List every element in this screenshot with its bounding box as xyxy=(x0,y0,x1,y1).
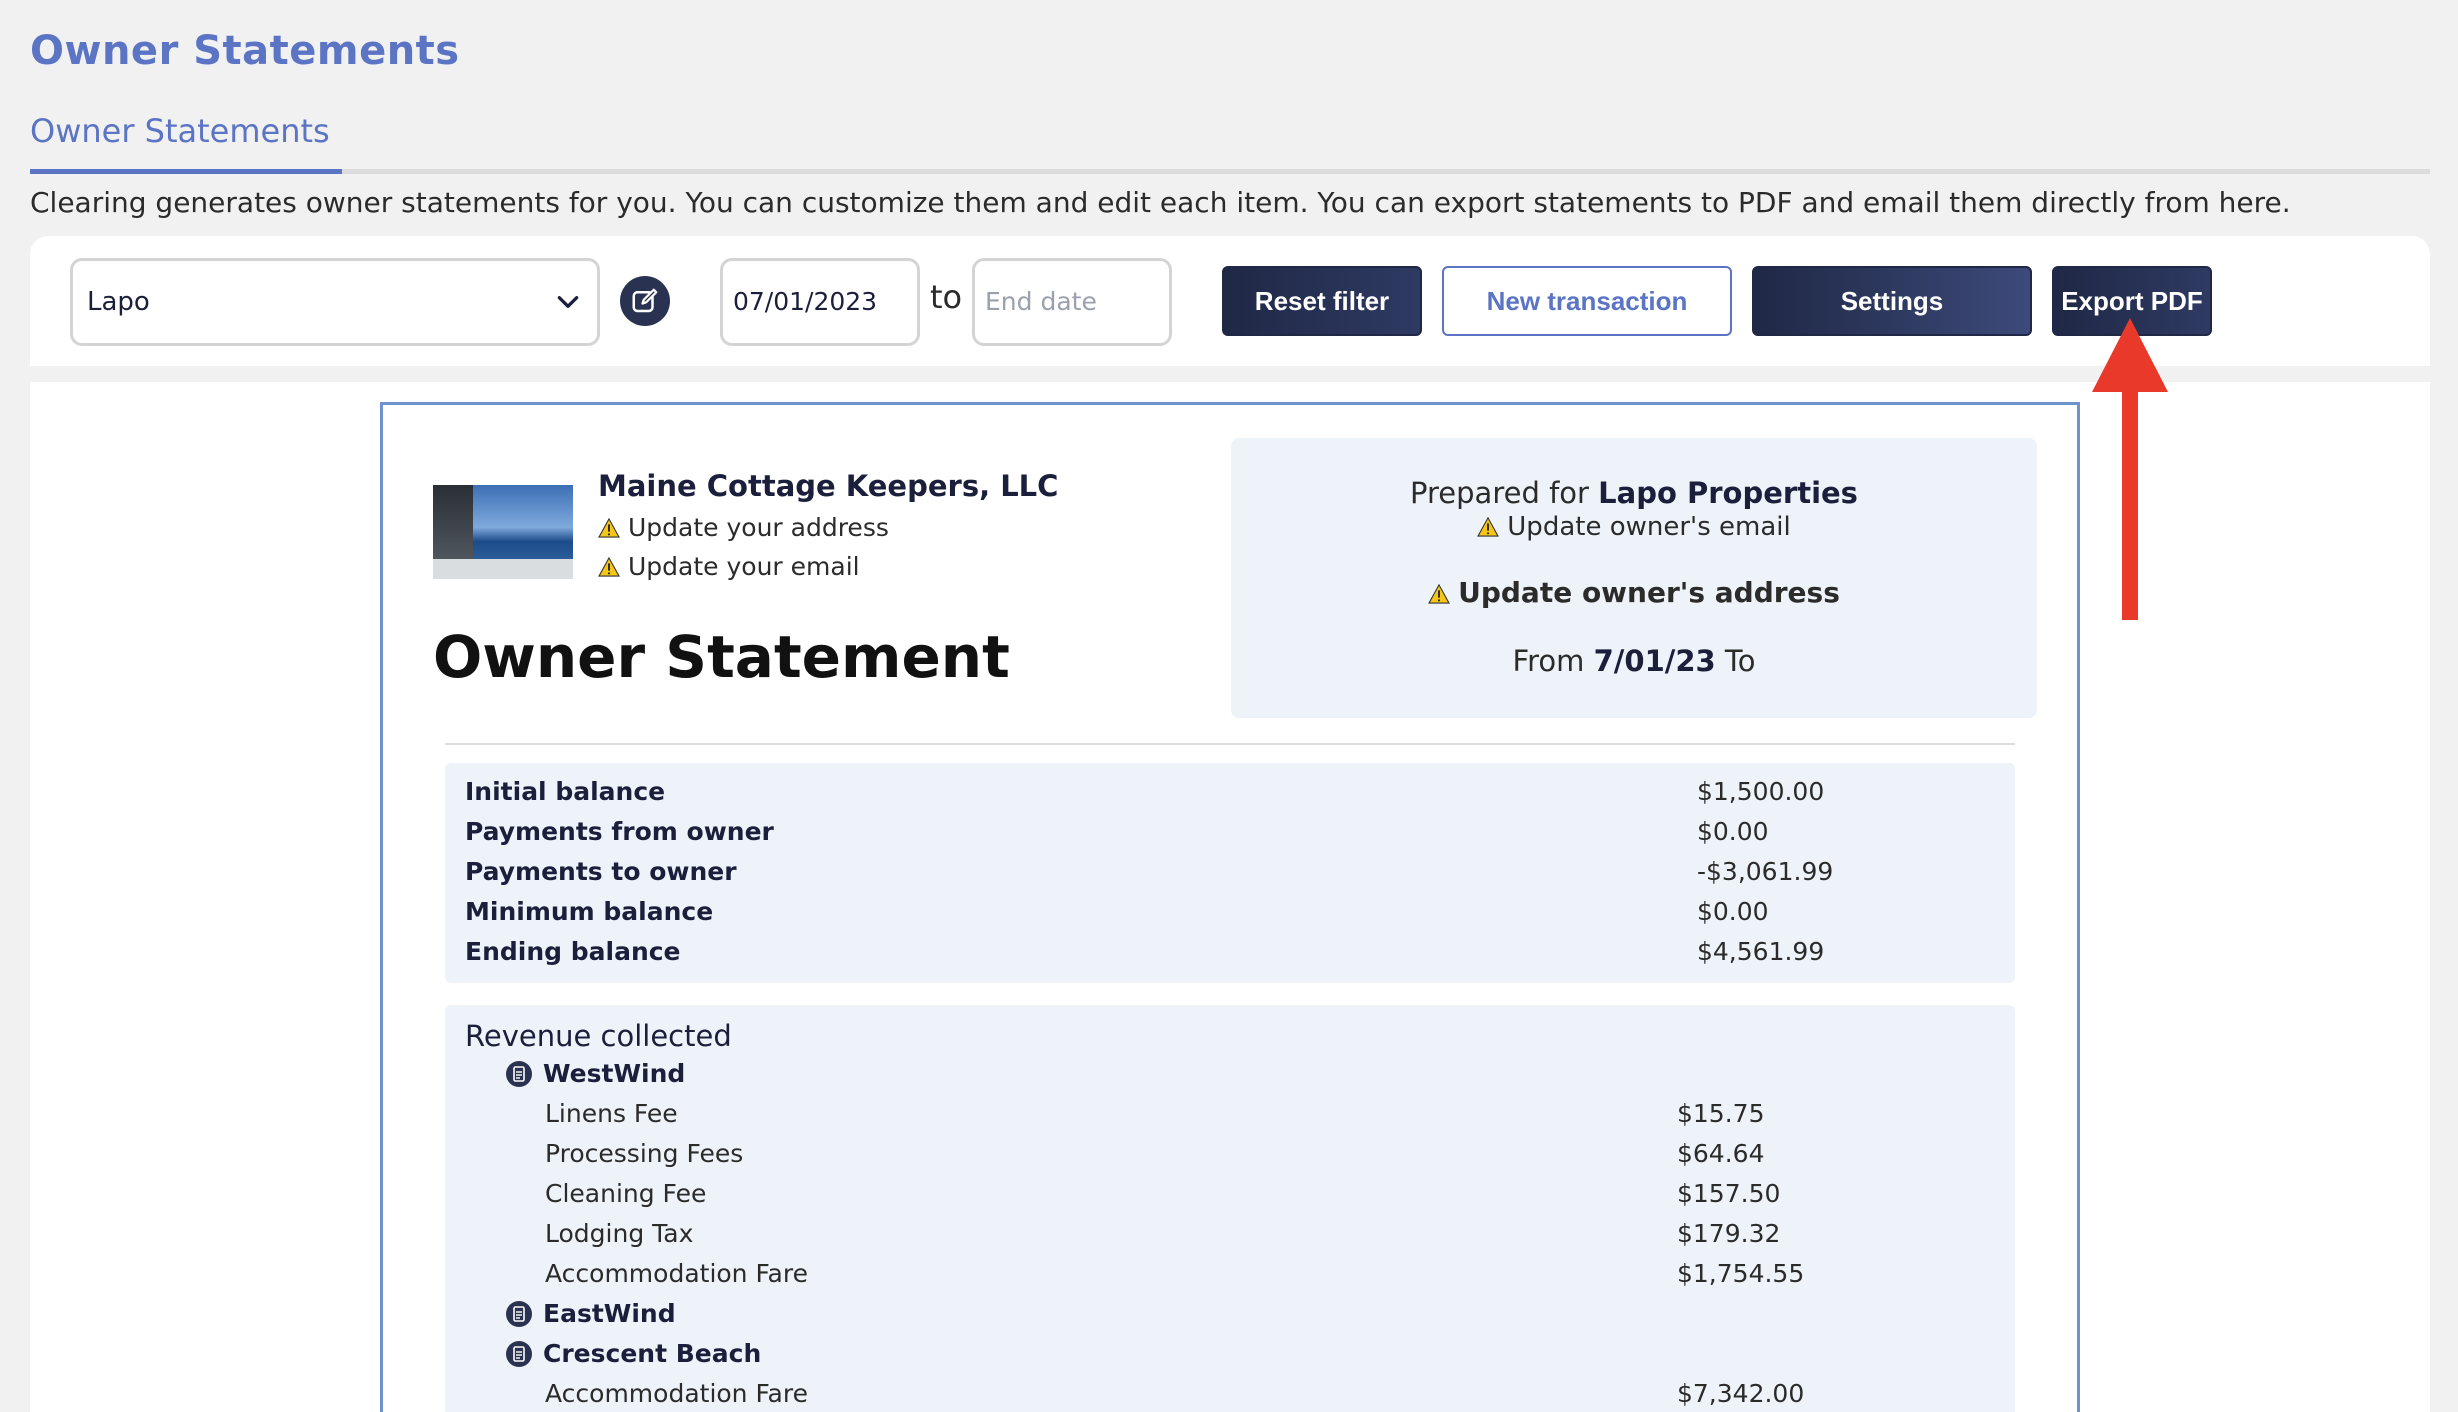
summary-value: $0.00 xyxy=(1697,897,1769,926)
update-owner-email-text: Update owner's email xyxy=(1507,512,1791,542)
summary-row: Payments from owner $0.00 xyxy=(465,817,1995,857)
statement-period: From 7/01/23 To xyxy=(1231,644,2037,678)
prepared-for-box: Prepared for Lapo Properties Update owne… xyxy=(1231,438,2037,718)
update-owner-email-warning[interactable]: Update owner's email xyxy=(1231,512,2037,542)
revenue-line-item: Lodging Tax $179.32 xyxy=(545,1219,1975,1248)
summary-label: Ending balance xyxy=(465,937,681,966)
company-name: Maine Cottage Keepers, LLC xyxy=(598,469,1059,503)
summary-row: Initial balance $1,500.00 xyxy=(465,777,1995,817)
summary-value: $0.00 xyxy=(1697,817,1769,846)
from-label: From xyxy=(1512,644,1585,678)
summary-value: $1,500.00 xyxy=(1697,777,1825,806)
update-owner-address-text: Update owner's address xyxy=(1458,576,1840,609)
filter-toolbar: Lapo 07/01/2023 to End date Reset filter… xyxy=(30,236,2430,366)
divider xyxy=(445,743,2015,745)
start-date-input[interactable]: 07/01/2023 xyxy=(720,258,920,346)
balance-summary: Initial balance $1,500.00 Payments from … xyxy=(445,763,2015,983)
summary-label: Minimum balance xyxy=(465,897,714,926)
update-address-text: Update your address xyxy=(628,513,889,542)
update-email-warning[interactable]: Update your email xyxy=(598,552,860,581)
summary-value: -$3,061.99 xyxy=(1697,857,1834,886)
item-value: $7,342.00 xyxy=(1677,1379,1805,1408)
revenue-line-item: Cleaning Fee $157.50 xyxy=(545,1179,1975,1208)
property-name: Crescent Beach xyxy=(543,1339,762,1368)
statement-preview-area: Maine Cottage Keepers, LLC Update your a… xyxy=(30,382,2430,1412)
owner-select-value: Lapo xyxy=(87,287,150,317)
date-range-to-label: to xyxy=(930,278,963,316)
document-icon xyxy=(506,1341,532,1367)
revenue-line-item: Accommodation Fare $1,754.55 xyxy=(545,1259,1975,1288)
property-eastwind[interactable]: EastWind xyxy=(505,1299,676,1328)
owner-name: Lapo Properties xyxy=(1598,476,1858,510)
tab-owner-statements[interactable]: Owner Statements xyxy=(30,108,342,174)
item-value: $1,754.55 xyxy=(1677,1259,1805,1288)
property-westwind[interactable]: WestWind xyxy=(505,1059,685,1088)
reset-filter-button[interactable]: Reset filter xyxy=(1222,266,1422,336)
tab-bar: Owner Statements xyxy=(30,108,2430,174)
warning-icon xyxy=(1477,517,1500,537)
owner-statement-document: Maine Cottage Keepers, LLC Update your a… xyxy=(380,402,2080,1412)
item-label: Lodging Tax xyxy=(545,1219,694,1248)
prepared-for-prefix: Prepared for xyxy=(1410,476,1589,510)
item-label: Linens Fee xyxy=(545,1099,678,1128)
document-icon xyxy=(506,1061,532,1087)
summary-label: Payments to owner xyxy=(465,857,737,886)
item-label: Accommodation Fare xyxy=(545,1259,808,1288)
edit-owner-button[interactable] xyxy=(620,276,670,326)
company-logo xyxy=(433,485,573,579)
summary-row: Ending balance $4,561.99 xyxy=(465,937,1995,977)
property-crescent-beach[interactable]: Crescent Beach xyxy=(505,1339,761,1368)
prepared-for-line: Prepared for Lapo Properties xyxy=(1231,476,2037,510)
summary-row: Minimum balance $0.00 xyxy=(465,897,1995,937)
item-label: Cleaning Fee xyxy=(545,1179,707,1208)
annotation-arrow-icon xyxy=(2092,318,2168,620)
statement-title: Owner Statement xyxy=(433,623,1010,691)
warning-icon xyxy=(598,557,620,577)
revenue-line-item: Processing Fees $64.64 xyxy=(545,1139,1975,1168)
edit-icon xyxy=(632,288,658,313)
revenue-collected-section: Revenue collected WestWind Linens Fee $1… xyxy=(445,1005,2015,1412)
property-name: EastWind xyxy=(543,1299,676,1328)
settings-button[interactable]: Settings xyxy=(1752,266,2032,336)
summary-row: Payments to owner -$3,061.99 xyxy=(465,857,1995,897)
update-email-text: Update your email xyxy=(628,552,860,581)
document-icon xyxy=(506,1301,532,1327)
summary-label: Payments from owner xyxy=(465,817,774,846)
item-label: Processing Fees xyxy=(545,1139,744,1168)
to-label: To xyxy=(1724,644,1756,678)
update-address-warning[interactable]: Update your address xyxy=(598,513,889,542)
property-name: WestWind xyxy=(543,1059,686,1088)
warning-icon xyxy=(1428,584,1451,604)
page-description: Clearing generates owner statements for … xyxy=(30,186,2291,219)
end-date-input[interactable]: End date xyxy=(972,258,1172,346)
item-value: $157.50 xyxy=(1677,1179,1781,1208)
item-value: $179.32 xyxy=(1677,1219,1781,1248)
revenue-line-item: Accommodation Fare $7,342.00 xyxy=(545,1379,1975,1408)
summary-value: $4,561.99 xyxy=(1697,937,1825,966)
update-owner-address-warning[interactable]: Update owner's address xyxy=(1231,576,2037,609)
revenue-line-item: Linens Fee $15.75 xyxy=(545,1099,1975,1128)
item-label: Accommodation Fare xyxy=(545,1379,808,1408)
item-value: $64.64 xyxy=(1677,1139,1765,1168)
item-value: $15.75 xyxy=(1677,1099,1765,1128)
page-title: Owner Statements xyxy=(30,28,460,74)
revenue-title: Revenue collected xyxy=(465,1019,732,1053)
new-transaction-button[interactable]: New transaction xyxy=(1442,266,1732,336)
summary-label: Initial balance xyxy=(465,777,666,806)
owner-select[interactable]: Lapo xyxy=(70,258,600,346)
chevron-down-icon xyxy=(557,296,579,308)
warning-icon xyxy=(598,518,620,538)
from-date: 7/01/23 xyxy=(1593,644,1716,678)
